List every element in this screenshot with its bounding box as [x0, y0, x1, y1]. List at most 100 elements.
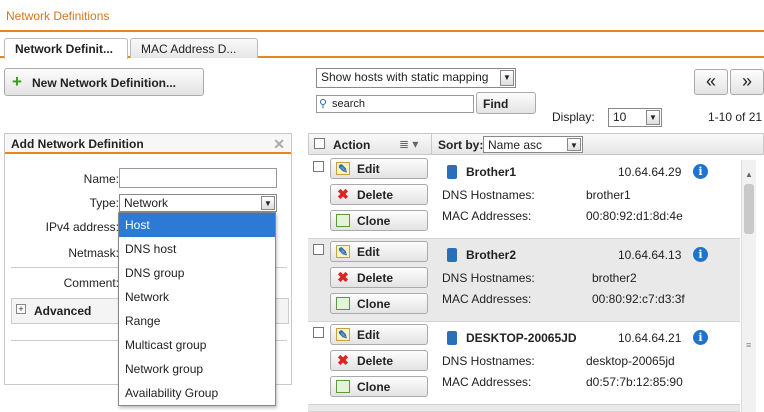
delete-button[interactable]: ✖ Delete — [330, 184, 428, 205]
delete-label: Delete — [357, 188, 394, 202]
delete-icon: ✖ — [337, 352, 349, 368]
list-scrollbar[interactable]: ▲ ≡ — [741, 160, 756, 412]
type-select-value: Network — [124, 196, 169, 210]
type-option-network[interactable]: Network — [119, 285, 275, 309]
display-count-select[interactable]: 10 ▼ — [608, 108, 662, 127]
clone-icon — [336, 380, 350, 393]
comment-label: Comment: — [63, 276, 119, 290]
clone-button[interactable]: Clone — [330, 210, 428, 231]
info-icon[interactable]: i — [693, 247, 708, 262]
dns-value: desktop-20065jd — [586, 354, 675, 368]
netmask-label: Netmask: — [68, 246, 119, 260]
host-filter-select[interactable]: Show hosts with static mapping ▼ — [316, 68, 516, 88]
delete-label: Delete — [357, 354, 394, 368]
list-item: ✎ Edit ✖ Delete Clone DESKTOP-20065JD 10… — [308, 322, 740, 405]
mac-label: MAC Addresses: — [442, 209, 532, 223]
host-ip: 10.64.64.29 — [618, 165, 682, 179]
sort-value: Name asc — [488, 138, 543, 152]
row-checkbox[interactable] — [313, 244, 324, 255]
panel-title: Add Network Definition — [11, 137, 144, 151]
edit-label: Edit — [357, 162, 380, 176]
clone-button[interactable]: Clone — [330, 293, 428, 314]
clone-label: Clone — [357, 380, 391, 394]
info-icon[interactable]: i — [693, 330, 708, 345]
edit-button[interactable]: ✎ Edit — [330, 241, 428, 262]
edit-button[interactable]: ✎ Edit — [330, 324, 428, 345]
clone-label: Clone — [357, 214, 391, 228]
type-option-dns-group[interactable]: DNS group — [119, 261, 275, 285]
tab-network-definitions[interactable]: Network Definit... — [4, 38, 128, 59]
mac-value: 00:80:92:d1:8d:4e — [586, 209, 683, 223]
sort-select[interactable]: Name asc ▼ — [483, 136, 583, 153]
scroll-up-icon[interactable]: ▲ — [745, 170, 753, 179]
name-field[interactable] — [119, 168, 277, 188]
page-range-text: 1-10 of 21 — [708, 110, 763, 124]
chevron-down-icon: ▼ — [646, 110, 660, 125]
next-page-button[interactable]: » — [730, 69, 764, 95]
list-item: ✎ Edit ✖ Delete Clone Brother1 10.64.64.… — [308, 156, 740, 239]
type-option-host[interactable]: Host — [119, 213, 275, 237]
clone-button[interactable]: Clone — [330, 376, 428, 397]
tab-mac-address-definitions[interactable]: MAC Address D... — [130, 38, 258, 58]
edit-label: Edit — [357, 328, 380, 342]
host-icon — [447, 248, 457, 262]
close-icon[interactable]: ✕ — [273, 136, 285, 153]
action-header: Action — [333, 138, 371, 152]
page-header: Network Definitions — [0, 0, 764, 32]
dns-value: brother2 — [592, 271, 637, 285]
new-network-definition-button[interactable]: + New Network Definition... — [4, 68, 204, 96]
type-option-availability-group[interactable]: Availability Group — [119, 381, 275, 405]
edit-icon: ✎ — [336, 328, 350, 342]
delete-button[interactable]: ✖ Delete — [330, 350, 428, 371]
dns-label: DNS Hostnames: — [442, 354, 535, 368]
host-name[interactable]: Brother2 — [466, 248, 516, 262]
mac-label: MAC Addresses: — [442, 375, 532, 389]
list-item — [308, 405, 740, 412]
edit-icon: ✎ — [336, 162, 350, 176]
edit-label: Edit — [357, 245, 380, 259]
type-option-range[interactable]: Range — [119, 309, 275, 333]
clone-icon — [336, 297, 350, 310]
find-button[interactable]: Find — [476, 92, 536, 114]
panel-header: Add Network Definition ✕ — [5, 134, 291, 154]
type-option-network-group[interactable]: Network group — [119, 357, 275, 381]
type-label: Type: — [89, 196, 119, 210]
dns-value: brother1 — [586, 188, 631, 202]
row-checkbox[interactable] — [313, 161, 324, 172]
search-input[interactable]: ⚲ search — [316, 95, 474, 113]
type-option-dns-host[interactable]: DNS host — [119, 237, 275, 261]
display-label: Display: — [552, 110, 595, 124]
row-checkbox[interactable] — [313, 327, 324, 338]
scrollbar-thumb[interactable] — [744, 184, 754, 234]
host-name[interactable]: DESKTOP-20065JD — [466, 331, 577, 345]
mac-value: 00:80:92:c7:d3:3f — [592, 292, 685, 306]
info-icon[interactable]: i — [693, 164, 708, 179]
dns-label: DNS Hostnames: — [442, 188, 535, 202]
search-icon: ⚲ — [319, 98, 328, 110]
chevron-down-icon: ▼ — [567, 138, 581, 151]
type-option-multicast-group[interactable]: Multicast group — [119, 333, 275, 357]
host-ip: 10.64.64.21 — [618, 331, 682, 345]
plus-icon: + — [12, 72, 22, 91]
host-filter-value: Show hosts with static mapping — [321, 70, 489, 84]
host-ip: 10.64.64.13 — [618, 248, 682, 262]
scroll-grip-icon: ≡ — [746, 340, 752, 350]
expand-icon: + — [16, 304, 26, 314]
delete-label: Delete — [357, 271, 394, 285]
select-all-checkbox[interactable] — [314, 138, 325, 149]
host-icon — [447, 165, 457, 179]
edit-button[interactable]: ✎ Edit — [330, 158, 428, 179]
search-placeholder: search — [332, 98, 366, 110]
type-select[interactable]: Network ▼ — [119, 194, 277, 212]
name-label: Name: — [83, 172, 119, 186]
delete-icon: ✖ — [337, 186, 349, 202]
chevron-down-icon: ▼ — [500, 70, 514, 86]
ipv4-label: IPv4 address: — [45, 220, 119, 234]
list-item: ✎ Edit ✖ Delete Clone Brother2 10.64.64.… — [308, 239, 740, 322]
advanced-label: Advanced — [34, 304, 92, 318]
previous-page-button[interactable]: « — [694, 69, 728, 95]
host-name[interactable]: Brother1 — [466, 165, 516, 179]
edit-icon: ✎ — [336, 245, 350, 259]
column-menu-icon[interactable]: ≣ ▾ — [399, 137, 418, 151]
delete-button[interactable]: ✖ Delete — [330, 267, 428, 288]
